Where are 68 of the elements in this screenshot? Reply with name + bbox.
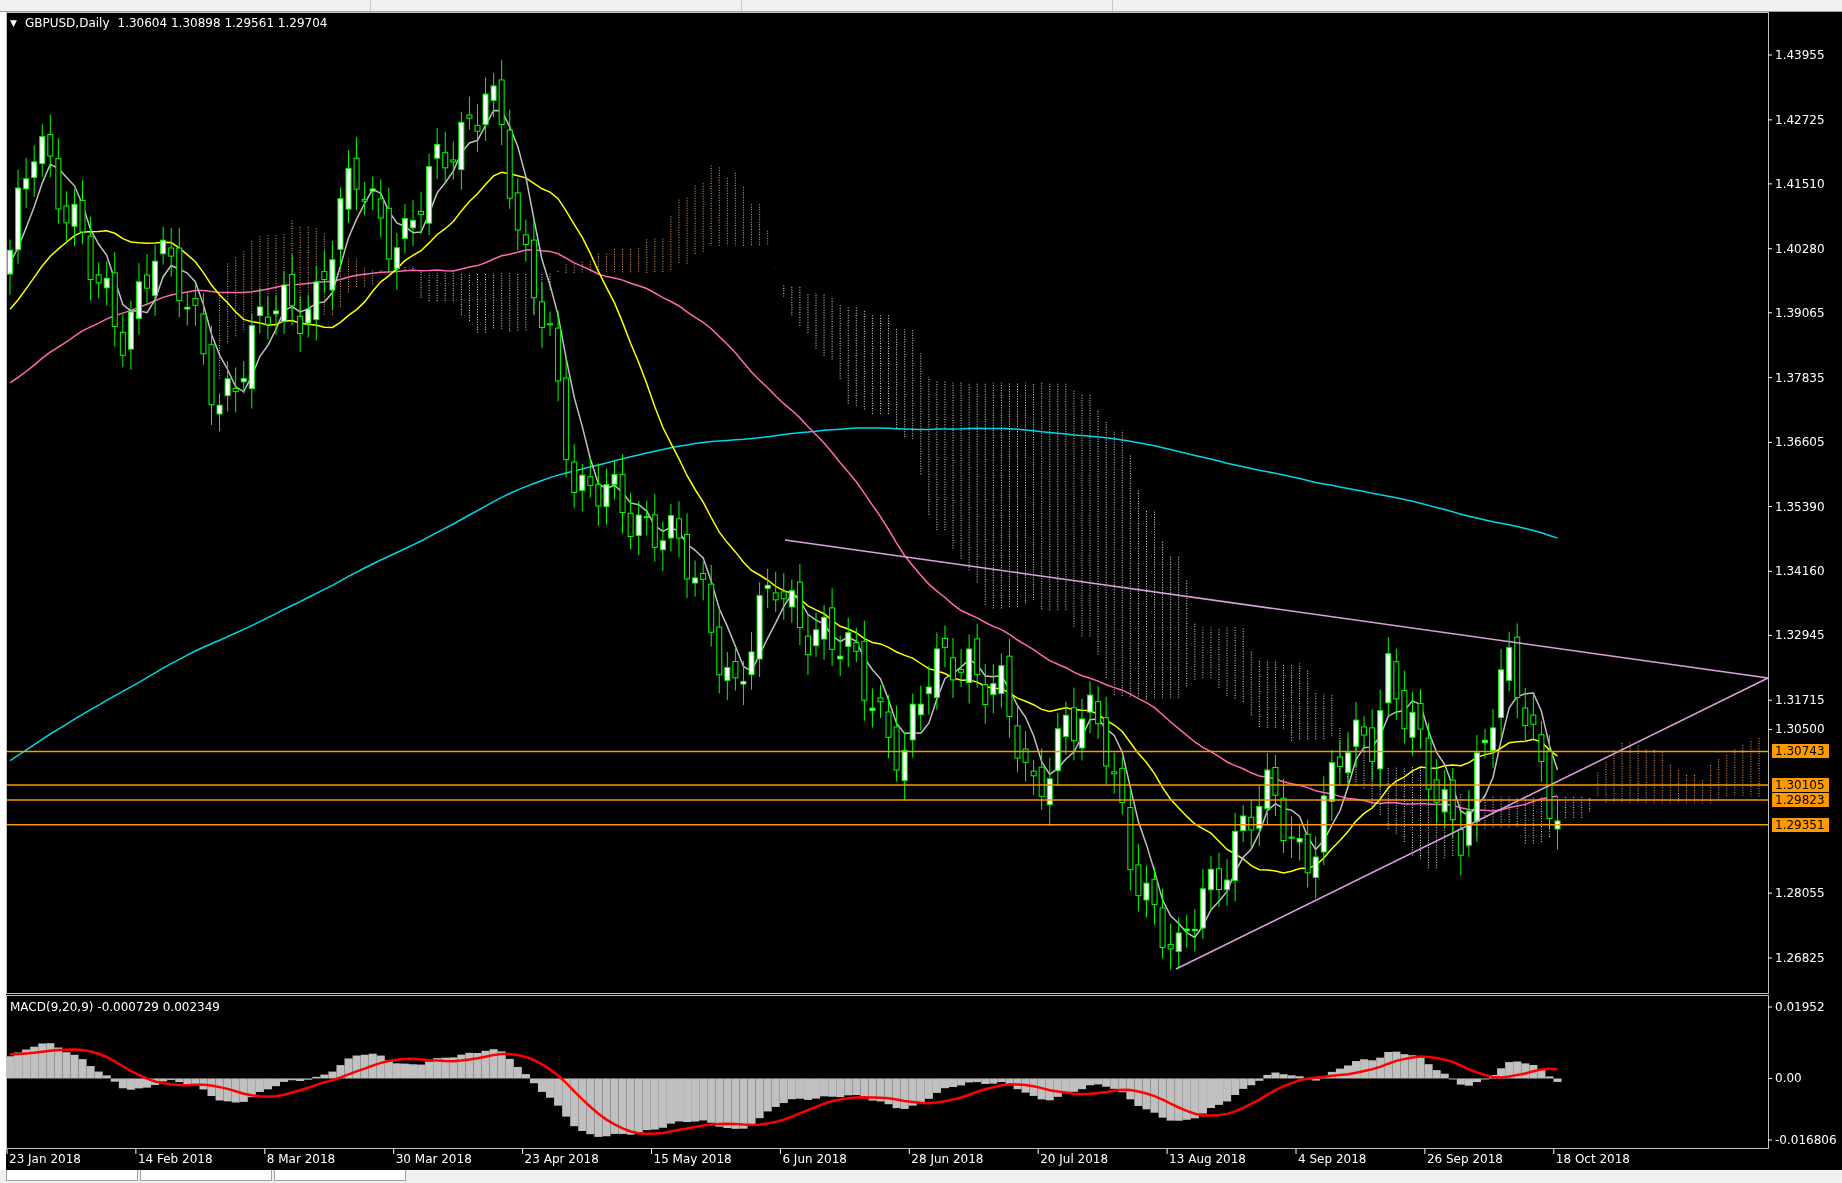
axis-tick [1767, 248, 1773, 250]
axis-tick [1767, 1006, 1773, 1008]
price-label: 1.37835 [1775, 370, 1825, 385]
date-label: 20 Jul 2018 [1040, 1152, 1109, 1166]
date-label: 23 Apr 2018 [524, 1152, 599, 1166]
axis-tick [264, 1148, 266, 1155]
date-label: 26 Sep 2018 [1426, 1152, 1503, 1166]
price-label: 1.28055 [1775, 886, 1825, 901]
axis-tick [1767, 377, 1773, 379]
axis-tick [1424, 1148, 1426, 1155]
price-label: 1.26825 [1775, 951, 1825, 965]
axis-tick [908, 1148, 910, 1155]
price-label: 1.34160 [1775, 564, 1825, 579]
date-label: 14 Feb 2018 [137, 1152, 213, 1166]
macd-axis-label: -0.016806 [1775, 1133, 1837, 1147]
price-label: 1.41510 [1775, 176, 1825, 191]
axis-tick [1767, 312, 1773, 314]
axis-tick [1767, 892, 1773, 894]
axis-tick [1767, 1139, 1773, 1141]
axis-tick [1767, 183, 1773, 185]
price-label: 1.43955 [1775, 48, 1825, 62]
price-label: 1.31715 [1775, 693, 1825, 708]
price-label: 1.42725 [1775, 112, 1825, 127]
axis-tick [1767, 119, 1773, 121]
axis-tick [1767, 634, 1773, 636]
price-label: 1.36605 [1775, 435, 1825, 450]
price-tag: 1.30743 [1772, 744, 1829, 759]
price-label: 1.32945 [1775, 628, 1825, 643]
date-label: 30 Mar 2018 [395, 1152, 472, 1166]
axis-tick [1767, 441, 1773, 443]
axis-tick [1767, 957, 1773, 959]
axis-tick [651, 1148, 652, 1155]
date-label: 13 Aug 2018 [1169, 1152, 1246, 1166]
axis-tick [522, 1148, 524, 1155]
date-label: 23 Jan 2018 [9, 1152, 81, 1166]
date-label: 6 Jun 2018 [782, 1152, 847, 1166]
axis-tick [1767, 506, 1773, 507]
axis-tick [1037, 1148, 1039, 1155]
price-tag: 1.29823 [1772, 792, 1829, 807]
axis-tick [1767, 699, 1773, 701]
axis-tick [1767, 1077, 1773, 1079]
date-label: 28 Jun 2018 [911, 1152, 984, 1166]
chart-symbol: GBPUSD,Daily [24, 16, 110, 30]
axis-tick [1767, 728, 1773, 730]
axis-tick [6, 1148, 8, 1155]
macd-axis-label: 0.00 [1775, 1071, 1802, 1086]
axis-tick [135, 1148, 137, 1155]
axis-tick [1553, 1148, 1555, 1155]
macd-label: MACD(9,20,9) -0.000729 0.002349 [10, 1000, 220, 1014]
axis-tick [1295, 1148, 1297, 1155]
axis-tick [393, 1148, 395, 1155]
date-label: 8 Mar 2018 [266, 1152, 336, 1166]
date-label: 18 Oct 2018 [1555, 1152, 1630, 1166]
date-label: 15 May 2018 [653, 1152, 732, 1166]
axis-tick [1166, 1148, 1168, 1155]
axis-tick [1767, 54, 1773, 56]
date-label: 4 Sep 2018 [1298, 1152, 1367, 1166]
ohlc-values: 1.30604 1.30898 1.29561 1.29704 [117, 16, 328, 30]
price-tag: 1.29351 [1772, 817, 1829, 832]
price-label: 1.30500 [1775, 722, 1825, 737]
axis-tick [1767, 570, 1773, 572]
price-label: 1.39065 [1775, 305, 1825, 320]
dropdown-arrow-icon[interactable]: ▼ [10, 18, 17, 28]
price-label: 1.35390 [1775, 499, 1825, 514]
axis-tick [779, 1148, 781, 1155]
price-tag: 1.30105 [1772, 778, 1829, 793]
macd-axis-label: 0.01952 [1775, 1000, 1825, 1014]
price-label: 1.40280 [1775, 241, 1825, 256]
